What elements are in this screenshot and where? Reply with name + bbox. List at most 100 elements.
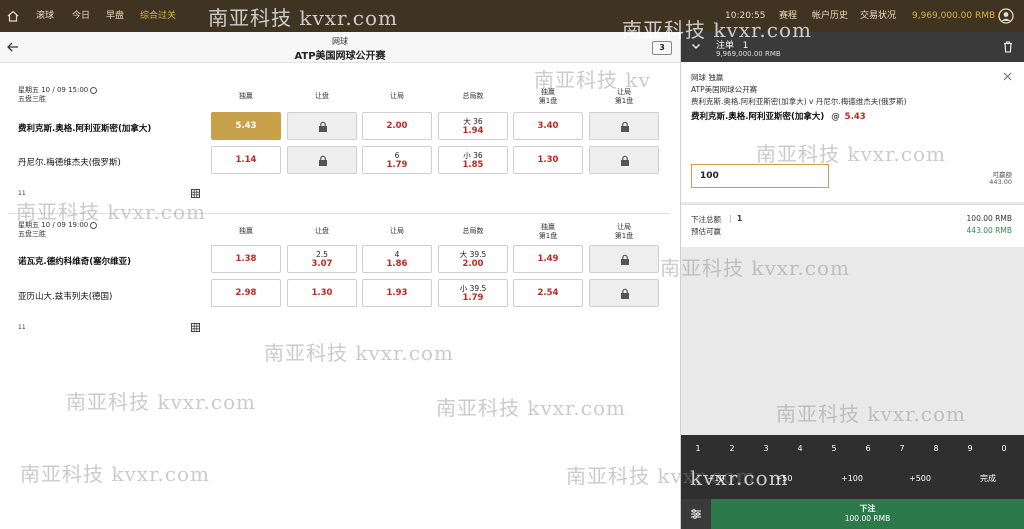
lock-icon <box>621 254 629 265</box>
more-markets-count[interactable]: 11 <box>18 190 26 197</box>
quick-add-500[interactable]: +500 <box>887 472 953 486</box>
clock-icon <box>90 221 98 229</box>
bet-slip-header[interactable]: 注单 1 9,969,000.00 RMB <box>681 32 1024 62</box>
close-icon[interactable] <box>1003 72 1012 81</box>
team-name: 亚历山大.兹韦列夫(德国) <box>18 292 113 302</box>
odds-value: 3.40 <box>537 121 559 131</box>
est-win-value: 443.00 RMB <box>966 226 1012 235</box>
bet-slip-panel: 注单 1 9,969,000.00 RMB 网球 独赢 ATP美国网球公开赛 费… <box>680 32 1024 529</box>
odds-cell[interactable]: 2.00 <box>362 112 432 140</box>
payout-value: 443.00 <box>989 178 1012 186</box>
odds-cell[interactable]: 大 36 1.94 <box>438 112 508 140</box>
stats-grid-icon[interactable] <box>191 323 200 332</box>
odds-cell[interactable]: 小 36 1.85 <box>438 146 508 174</box>
quick-add-10[interactable]: +10 <box>683 472 749 486</box>
odds-cell[interactable]: 1.38 <box>211 245 281 273</box>
col-header: 让局 第1盘 <box>614 223 634 240</box>
odds-value: 2.98 <box>235 288 257 298</box>
odds-cell-locked <box>589 112 659 140</box>
odds-value: 1.79 <box>462 293 484 303</box>
nav-today[interactable]: 今日 <box>72 0 90 32</box>
odds-value: 1.86 <box>386 259 408 269</box>
odds-cell[interactable]: 1.30 <box>287 279 357 307</box>
odds-cell[interactable]: 2.98 <box>211 279 281 307</box>
col-header: 让盘 <box>315 227 329 235</box>
bet-league: ATP美国网球公开赛 <box>691 85 758 94</box>
nav-parlay[interactable]: 综合过关 <box>140 0 176 32</box>
odds-cell[interactable]: 6 1.79 <box>362 146 432 174</box>
trash-icon[interactable] <box>1003 41 1013 53</box>
key-7[interactable]: 7 <box>885 442 919 456</box>
key-4[interactable]: 4 <box>783 442 817 456</box>
key-0[interactable]: 0 <box>987 442 1021 456</box>
account-balance: 9,969,000.00 RMB <box>912 11 996 21</box>
odds-cell[interactable]: 2.5 3.07 <box>287 245 357 273</box>
key-5[interactable]: 5 <box>817 442 851 456</box>
place-bet-button[interactable]: 下注 100.00 RMB <box>711 499 1024 529</box>
odds-cell-locked <box>589 245 659 273</box>
bet-market: 网球 独赢 <box>691 73 724 82</box>
watermark: 南亚科技 kvxr.com <box>20 462 210 486</box>
odds-cell[interactable]: 大 39.5 2.00 <box>438 245 508 273</box>
stake-input[interactable]: 100 <box>691 164 829 188</box>
home-icon[interactable] <box>6 9 20 23</box>
bet-slip-balance: 9,969,000.00 RMB <box>716 50 781 58</box>
col-header: 让局 第1盘 <box>614 88 634 105</box>
odds-line: 大 36 <box>463 117 483 126</box>
key-3[interactable]: 3 <box>749 442 783 456</box>
odds-value: 1.30 <box>311 288 333 298</box>
watermark: 南亚科技 kvxr.com <box>264 341 454 365</box>
key-8[interactable]: 8 <box>919 442 953 456</box>
settings-button[interactable] <box>681 499 711 529</box>
event-count-badge[interactable]: 3 <box>652 41 672 55</box>
match-block: 星期五 10 / 09 19:00 五盘三胜 独赢 让盘 让局 总局数 独赢 第… <box>0 221 680 341</box>
bet-slip-footer: 下注 100.00 RMB <box>681 499 1024 529</box>
sliders-icon <box>691 509 701 519</box>
match-block: 星期五 10 / 09 15:00 五盘三胜 独赢 让盘 让局 总局数 独赢 第… <box>0 86 680 206</box>
total-stake-label: 下注总额 <box>691 215 721 224</box>
nav-early[interactable]: 早盘 <box>106 0 124 32</box>
watermark: 南亚科技 kvxr.com <box>436 396 626 420</box>
key-2[interactable]: 2 <box>715 442 749 456</box>
quick-add-100[interactable]: +100 <box>819 472 885 486</box>
stats-grid-icon[interactable] <box>191 189 200 198</box>
odds-cell[interactable]: 1.93 <box>362 279 432 307</box>
odds-value: 1.93 <box>386 288 408 298</box>
more-markets-count[interactable]: 11 <box>18 324 26 331</box>
quick-add-50[interactable]: +50 <box>751 472 817 486</box>
odds-value: 2.00 <box>386 121 408 131</box>
odds-cell[interactable]: 1.49 <box>513 245 583 273</box>
user-icon[interactable] <box>998 8 1014 24</box>
odds-cell[interactable]: 1.30 <box>513 146 583 174</box>
odds-cell[interactable]: 3.40 <box>513 112 583 140</box>
odds-cell[interactable]: 2.54 <box>513 279 583 307</box>
stake-keypad: 1 2 3 4 5 6 7 8 9 0 +10 +50 +100 +500 完成 <box>681 435 1024 499</box>
lock-icon <box>621 288 629 299</box>
key-9[interactable]: 9 <box>953 442 987 456</box>
nav-transactions[interactable]: 交易状况 <box>860 0 896 32</box>
odds-line: 小 39.5 <box>459 284 487 293</box>
place-bet-label: 下注 <box>859 504 876 513</box>
odds-line: 大 39.5 <box>459 250 487 259</box>
lock-icon <box>319 121 327 132</box>
odds-cell[interactable]: 小 39.5 1.79 <box>438 279 508 307</box>
odds-cell-selected[interactable]: 5.43 <box>211 112 281 140</box>
total-stake-value: 100.00 RMB <box>966 214 1012 223</box>
nav-schedule[interactable]: 赛程 <box>779 0 797 32</box>
chevron-down-icon[interactable] <box>691 41 701 51</box>
league-header: 网球 ATP美国网球公开赛 3 <box>0 32 680 63</box>
bet-fixture: 费利克斯.奥格.阿利亚斯密(加拿大) v 丹尼尔.梅德维杰夫(俄罗斯) <box>691 97 907 106</box>
odds-value: 1.38 <box>235 254 257 264</box>
key-6[interactable]: 6 <box>851 442 885 456</box>
key-1[interactable]: 1 <box>681 442 715 456</box>
nav-live[interactable]: 滚球 <box>36 0 54 32</box>
odds-value: 5.43 <box>235 121 257 131</box>
odds-value: 2.54 <box>537 288 559 298</box>
odds-value: 3.07 <box>311 259 333 269</box>
team-name: 丹尼尔.梅德维杰夫(俄罗斯) <box>18 158 121 168</box>
odds-cell[interactable]: 1.14 <box>211 146 281 174</box>
done-button[interactable]: 完成 <box>955 472 1021 486</box>
odds-cell[interactable]: 4 1.86 <box>362 245 432 273</box>
col-header: 独赢 第1盘 <box>538 223 558 240</box>
nav-account-history[interactable]: 帐户历史 <box>812 0 848 32</box>
